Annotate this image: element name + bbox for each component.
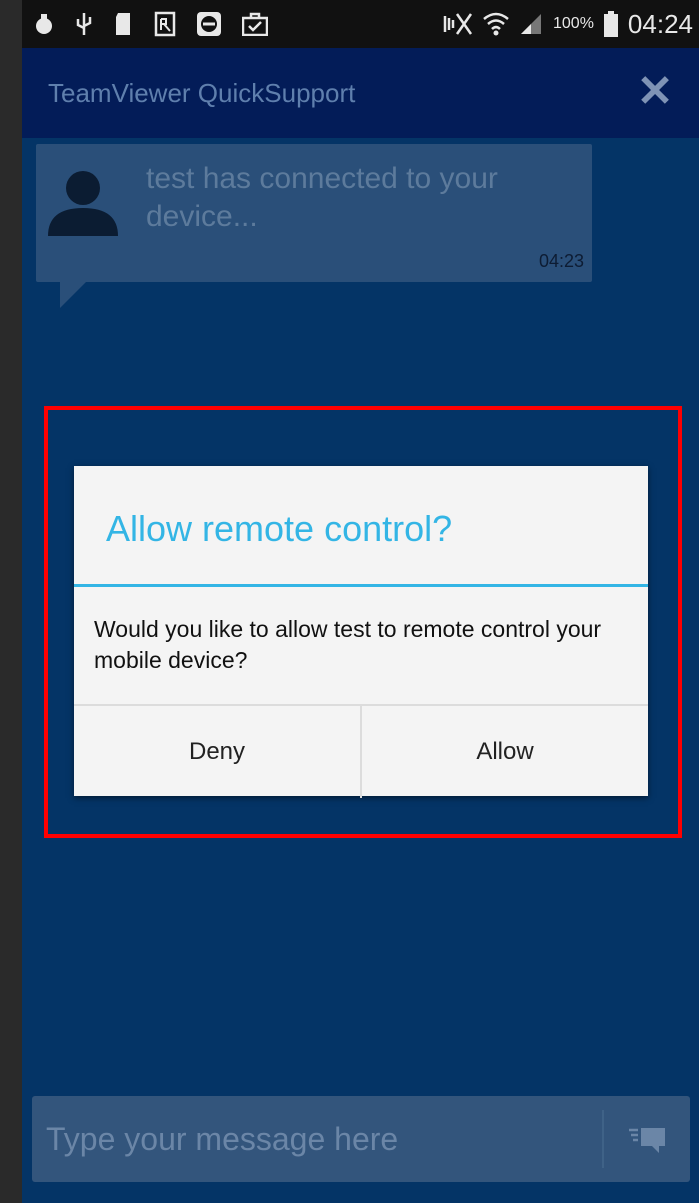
briefcase-icon	[242, 0, 268, 48]
dialog-button-bar: Deny Allow	[74, 704, 648, 798]
status-right-icons: 100% 04:24	[443, 0, 693, 48]
dialog-divider	[74, 584, 648, 587]
dialog-title: Allow remote control?	[106, 508, 453, 549]
chat-message-text: test has connected to your device...	[146, 162, 498, 233]
battery-percentage: 100%	[553, 15, 594, 32]
send-message-icon[interactable]	[602, 1110, 690, 1168]
chat-bubble-tail	[60, 282, 86, 308]
prescription-icon	[154, 0, 176, 48]
message-composer	[32, 1096, 690, 1182]
deny-button[interactable]: Deny	[74, 706, 360, 798]
battery-icon	[603, 0, 618, 48]
phone-screen: 100% 04:24 TeamViewer QuickSupport ✕ tes…	[22, 0, 699, 1203]
signal-icon	[519, 0, 543, 48]
security-icon	[34, 0, 54, 48]
user-silhouette-icon	[44, 162, 122, 240]
sd-card-icon	[114, 0, 134, 48]
usb-icon	[74, 0, 94, 48]
remote-control-dialog: Allow remote control? Would you like to …	[74, 466, 648, 798]
app-bar: TeamViewer QuickSupport ✕	[22, 48, 699, 138]
status-bar: 100% 04:24	[22, 0, 699, 48]
allow-button[interactable]: Allow	[360, 706, 648, 798]
chat-message-time: 04:23	[538, 251, 584, 271]
status-clock: 04:24	[627, 8, 693, 39]
message-input[interactable]	[32, 1096, 602, 1182]
teamviewer-icon	[196, 0, 222, 48]
close-icon[interactable]: ✕	[633, 70, 677, 114]
wifi-icon	[483, 0, 509, 48]
chat-message: test has connected to your device... 04:…	[36, 144, 592, 282]
app-title: TeamViewer QuickSupport	[48, 78, 356, 108]
mute-icon	[443, 0, 473, 48]
status-left-icons	[34, 0, 268, 48]
dialog-message: Would you like to allow test to remote c…	[94, 616, 602, 673]
